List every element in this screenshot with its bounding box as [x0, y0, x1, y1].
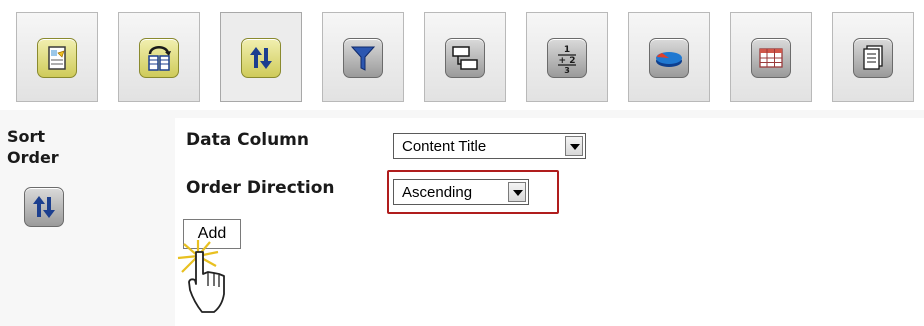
sort-arrows-icon — [241, 38, 281, 78]
hand-cursor-icon — [177, 240, 225, 313]
chevron-down-icon[interactable] — [565, 136, 583, 156]
table-grid-icon — [751, 38, 791, 78]
edit-page-icon — [37, 38, 77, 78]
toolbar: 1 + 2 3 — [0, 0, 924, 110]
svg-text:3: 3 — [564, 66, 570, 75]
calculations-tool-button[interactable]: 1 + 2 3 — [526, 12, 608, 102]
data-column-select[interactable]: Content Title — [393, 133, 586, 159]
table-tool-button[interactable] — [730, 12, 812, 102]
filter-tool-button[interactable] — [322, 12, 404, 102]
svg-text:1: 1 — [564, 45, 570, 55]
sort-tool-button[interactable] — [220, 12, 302, 102]
group-boxes-icon — [445, 38, 485, 78]
funnel-filter-icon — [343, 38, 383, 78]
document-icon — [853, 38, 893, 78]
document-tool-button[interactable] — [832, 12, 914, 102]
columns-swap-icon — [139, 38, 179, 78]
sort-arrows-icon[interactable] — [24, 187, 64, 227]
data-column-label: Data Column — [186, 130, 310, 150]
properties-tool-button[interactable] — [16, 12, 98, 102]
chart-tool-button[interactable] — [628, 12, 710, 102]
fraction-icon: 1 + 2 3 — [547, 38, 587, 78]
data-column-value: Content Title — [402, 138, 487, 155]
columns-tool-button[interactable] — [118, 12, 200, 102]
grouping-tool-button[interactable] — [424, 12, 506, 102]
panel-title: Sort Order — [7, 127, 59, 167]
order-direction-highlight — [387, 170, 559, 214]
pie-chart-icon — [649, 38, 689, 78]
order-direction-label: Order Direction — [186, 178, 335, 198]
